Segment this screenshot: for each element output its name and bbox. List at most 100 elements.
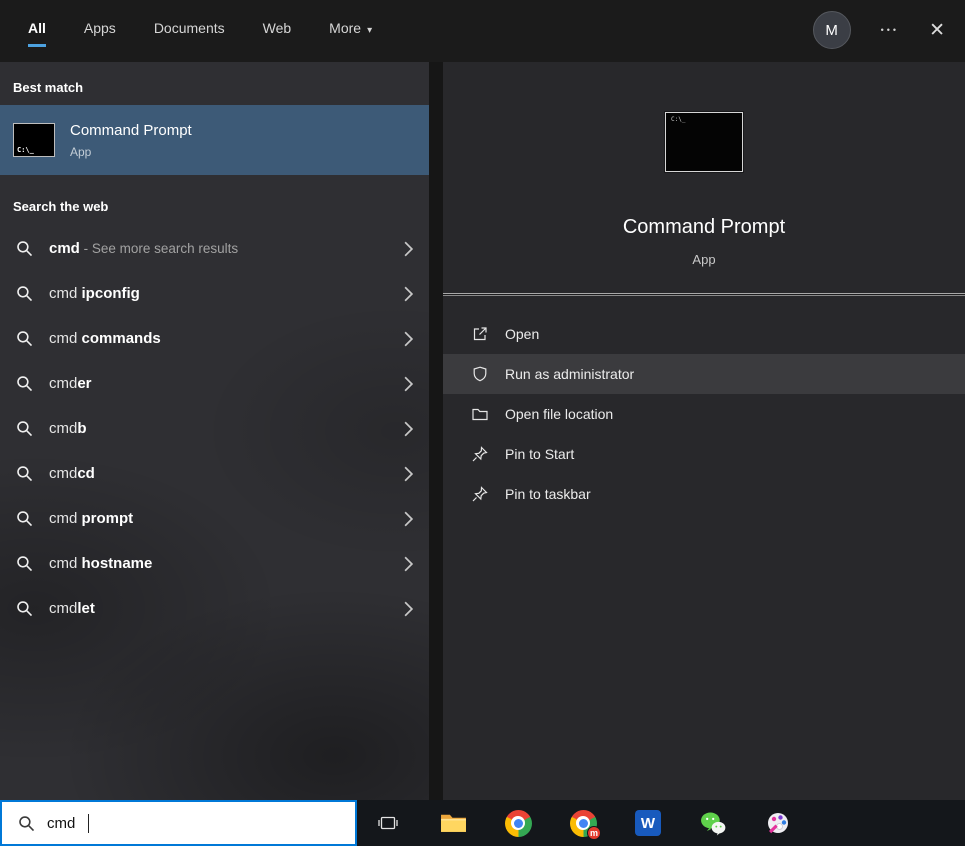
search-suggestion[interactable]: cmdlet — [0, 586, 429, 631]
chrome-profile-button[interactable]: m — [569, 809, 597, 837]
tab-all-label: All — [28, 20, 46, 36]
search-suggestion[interactable]: cmd hostname — [0, 541, 429, 586]
open-in-window-icon — [471, 325, 489, 343]
chrome-icon — [505, 810, 532, 837]
wechat-button[interactable] — [699, 809, 727, 837]
action-label: Open file location — [505, 406, 613, 422]
preview-panel: C:\_ Command Prompt App Open Run as admi… — [443, 62, 965, 800]
search-input-value: cmd — [47, 815, 75, 832]
best-match-item[interactable]: C:\_ Command Prompt App — [0, 105, 429, 175]
search-icon — [16, 555, 33, 572]
best-match-label: Best match — [0, 62, 429, 105]
wechat-icon — [699, 810, 727, 837]
header-actions: M ••• ✕ — [813, 0, 965, 49]
chevron-right-icon[interactable] — [404, 331, 413, 347]
admin-shield-icon — [471, 365, 489, 383]
task-view-icon — [376, 812, 400, 834]
suggestion-text: cmdlet — [49, 600, 388, 617]
chevron-right-icon[interactable] — [404, 286, 413, 302]
close-icon[interactable]: ✕ — [929, 21, 945, 40]
action-label: Run as administrator — [505, 366, 634, 382]
best-match-subtitle: App — [70, 145, 192, 159]
action-run-as-administrator[interactable]: Run as administrator — [443, 354, 965, 394]
suggestion-text: cmd prompt — [49, 510, 388, 527]
tab-documents[interactable]: Documents — [154, 20, 225, 47]
search-suggestion[interactable]: cmd commands — [0, 316, 429, 361]
search-suggestion[interactable]: cmder — [0, 361, 429, 406]
taskbar-search-input[interactable]: cmd — [0, 800, 357, 846]
tab-documents-label: Documents — [154, 20, 225, 36]
search-suggestion[interactable]: cmd prompt — [0, 496, 429, 541]
command-prompt-icon-glyph: C:\_ — [671, 116, 685, 123]
task-view-button[interactable] — [374, 809, 402, 837]
suggestion-text: cmder — [49, 375, 388, 392]
search-the-web-label: Search the web — [0, 175, 429, 226]
chevron-right-icon[interactable] — [404, 466, 413, 482]
search-icon — [16, 285, 33, 302]
search-header: All Apps Documents Web More▾ M ••• ✕ — [0, 0, 965, 62]
suggestion-text: cmd ipconfig — [49, 285, 388, 302]
action-label: Pin to Start — [505, 446, 574, 462]
chevron-right-icon[interactable] — [404, 601, 413, 617]
search-suggestion[interactable]: cmd ipconfig — [0, 271, 429, 316]
suggestion-text: cmd hostname — [49, 555, 388, 572]
folder-location-icon — [471, 405, 489, 423]
start-search-panel: All Apps Documents Web More▾ M ••• ✕ Bes… — [0, 0, 965, 846]
suggestion-text: cmdb — [49, 420, 388, 437]
red-badge-icon: m — [587, 826, 601, 840]
action-label: Open — [505, 326, 539, 342]
tab-apps-label: Apps — [84, 20, 116, 36]
chevron-down-icon: ▾ — [367, 25, 372, 36]
web-suggestion-list: cmd - See more search results cmd ipconf… — [0, 226, 429, 631]
action-pin-to-taskbar[interactable]: Pin to taskbar — [443, 474, 965, 514]
search-icon — [16, 240, 33, 257]
search-suggestion[interactable]: cmdcd — [0, 451, 429, 496]
search-icon — [16, 420, 33, 437]
chevron-right-icon[interactable] — [404, 376, 413, 392]
paint-3d-button[interactable] — [764, 809, 792, 837]
action-list: Open Run as administrator Open file loca… — [443, 314, 965, 514]
tab-apps[interactable]: Apps — [84, 20, 116, 47]
best-match-text: Command Prompt App — [70, 122, 192, 159]
divider — [443, 293, 965, 296]
search-icon — [16, 510, 33, 527]
file-explorer-icon — [440, 812, 467, 834]
search-icon — [16, 465, 33, 482]
preview-title: Command Prompt — [623, 216, 785, 239]
search-suggestion[interactable]: cmdb — [0, 406, 429, 451]
chrome-button[interactable] — [504, 809, 532, 837]
tab-web[interactable]: Web — [263, 20, 292, 47]
action-open[interactable]: Open — [443, 314, 965, 354]
paint-3d-icon — [765, 810, 791, 836]
action-label: Pin to taskbar — [505, 486, 591, 502]
search-icon — [18, 815, 35, 832]
tab-more[interactable]: More▾ — [329, 20, 372, 47]
word-icon: W — [635, 810, 661, 836]
command-prompt-icon-glyph: C:\_ — [17, 146, 34, 154]
chevron-right-icon[interactable] — [404, 241, 413, 257]
more-options-icon[interactable]: ••• — [881, 25, 899, 35]
chevron-right-icon[interactable] — [404, 511, 413, 527]
best-match-title: Command Prompt — [70, 122, 192, 139]
word-button[interactable]: W — [634, 809, 662, 837]
results-panel: Best match C:\_ Command Prompt App Searc… — [0, 62, 429, 800]
tab-all[interactable]: All — [28, 20, 46, 47]
chevron-right-icon[interactable] — [404, 421, 413, 437]
action-open-file-location[interactable]: Open file location — [443, 394, 965, 434]
search-filter-tabs: All Apps Documents Web More▾ — [0, 0, 372, 47]
user-avatar[interactable]: M — [813, 11, 851, 49]
preview-subtitle: App — [692, 252, 715, 267]
command-prompt-icon-large: C:\_ — [665, 112, 743, 172]
pin-icon — [471, 485, 489, 503]
chevron-right-icon[interactable] — [404, 556, 413, 572]
tab-web-label: Web — [263, 20, 292, 36]
text-cursor — [88, 814, 89, 833]
search-icon — [16, 375, 33, 392]
file-explorer-button[interactable] — [439, 809, 467, 837]
suggestion-text: cmd commands — [49, 330, 388, 347]
search-suggestion[interactable]: cmd - See more search results — [0, 226, 429, 271]
taskbar-icons: m W — [374, 809, 792, 837]
suggestion-text: cmdcd — [49, 465, 388, 482]
action-pin-to-start[interactable]: Pin to Start — [443, 434, 965, 474]
command-prompt-icon: C:\_ — [13, 123, 55, 157]
